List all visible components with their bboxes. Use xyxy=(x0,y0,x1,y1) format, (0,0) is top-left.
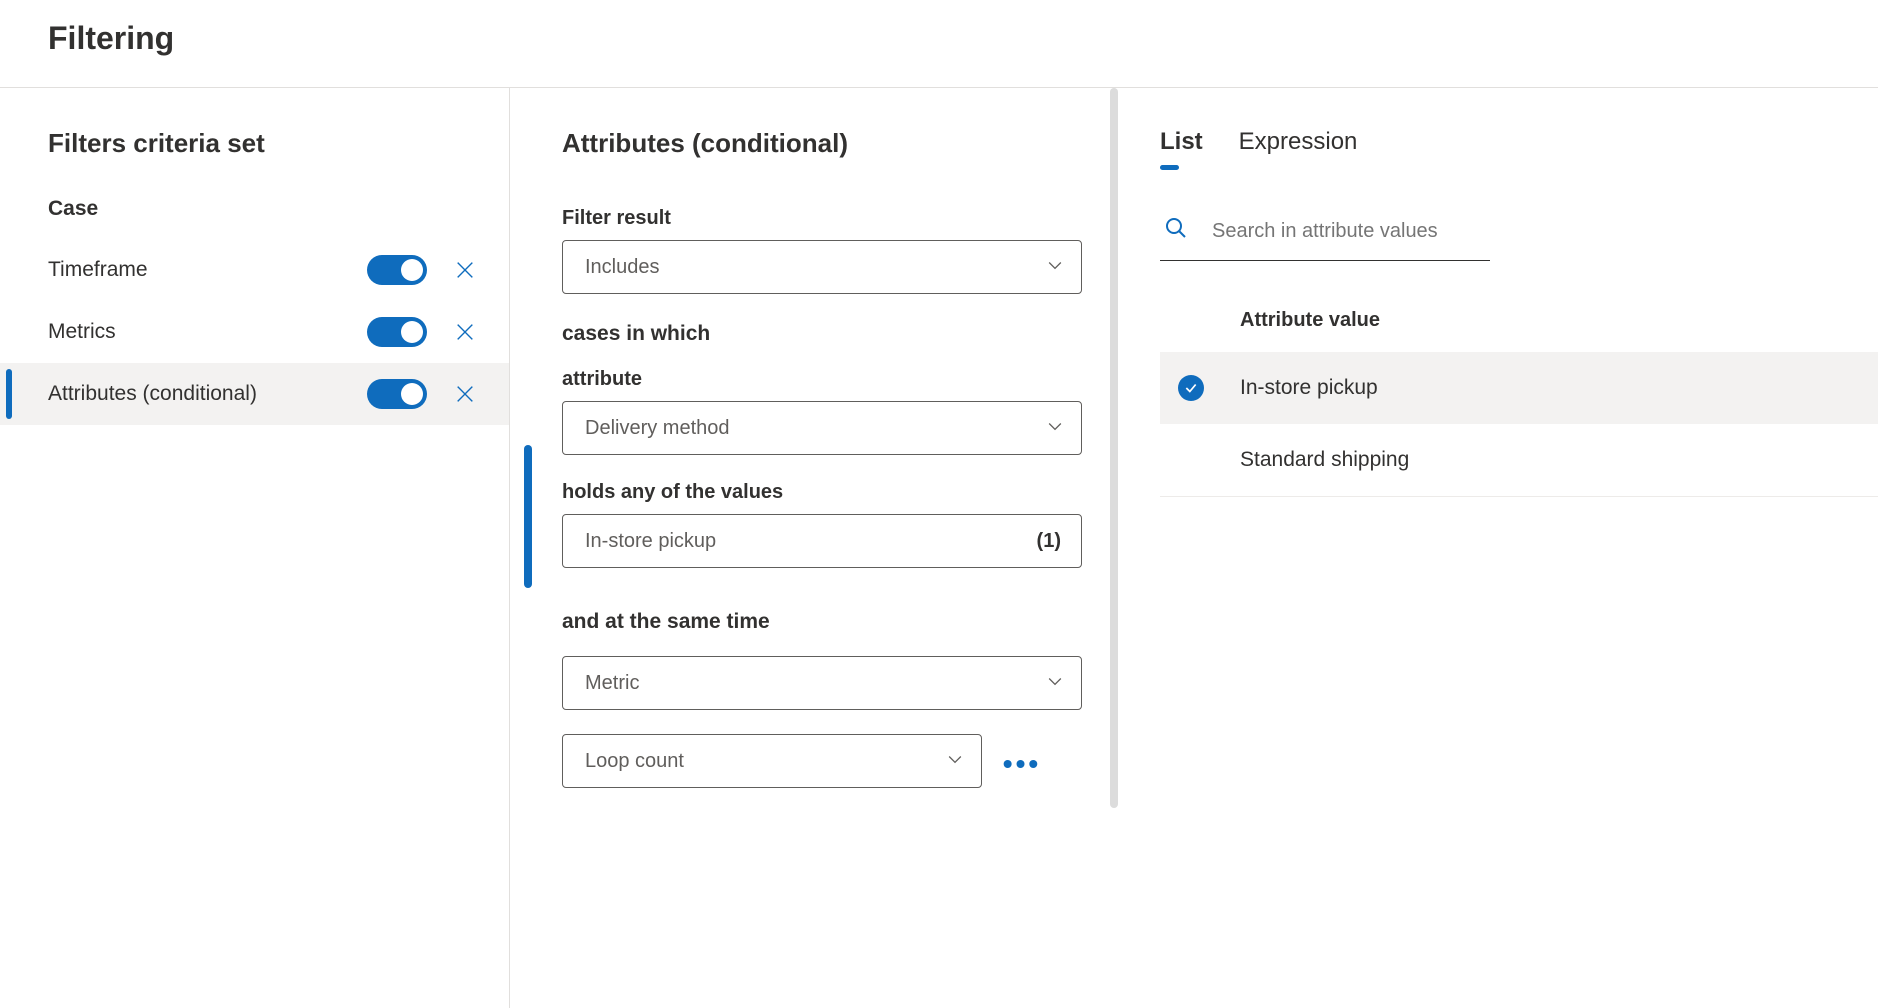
filters-group-case: Case xyxy=(48,197,509,221)
filter-label: Metrics xyxy=(48,320,343,344)
attribute-value-row[interactable]: In-store pickup xyxy=(1160,352,1878,424)
check-icon xyxy=(1184,381,1198,395)
attribute-value-row[interactable]: Standard shipping xyxy=(1160,424,1878,496)
tab-list[interactable]: List xyxy=(1160,128,1203,166)
filter-result-select[interactable]: Includes xyxy=(562,240,1082,294)
filter-label: Attributes (conditional) xyxy=(48,382,343,406)
close-icon xyxy=(454,383,476,405)
holds-label: holds any of the values xyxy=(562,481,1082,504)
search-field[interactable] xyxy=(1160,210,1490,261)
attribute-values-panel: List Expression Attribute value In-store… xyxy=(1110,88,1878,1008)
page-title: Filtering xyxy=(48,20,1830,57)
toggle-metrics[interactable] xyxy=(367,317,427,347)
attribute-list-divider xyxy=(1160,496,1878,497)
and-metric-select[interactable]: Metric xyxy=(562,656,1082,710)
selected-check[interactable] xyxy=(1178,375,1204,401)
close-icon xyxy=(454,321,476,343)
chevron-down-icon xyxy=(1045,671,1065,696)
filter-result-label: Filter result xyxy=(562,207,1082,230)
filter-detail-panel: Attributes (conditional) Filter result I… xyxy=(510,88,1110,1008)
detail-heading: Attributes (conditional) xyxy=(562,128,1082,159)
attribute-value-header: Attribute value xyxy=(1160,309,1878,332)
attribute-label: attribute xyxy=(562,368,1082,391)
search-icon xyxy=(1164,216,1188,246)
filter-result-value: Includes xyxy=(585,256,660,279)
holds-values-box[interactable]: In-store pickup (1) xyxy=(562,514,1082,568)
remove-metrics-button[interactable] xyxy=(451,318,479,346)
chevron-down-icon xyxy=(945,749,965,774)
metric-detail-select[interactable]: Loop count xyxy=(562,734,982,788)
holds-value-count: (1) xyxy=(1037,530,1061,553)
chevron-down-icon xyxy=(1045,416,1065,441)
toggle-timeframe[interactable] xyxy=(367,255,427,285)
filter-row-attributes-conditional[interactable]: Attributes (conditional) xyxy=(0,363,509,425)
filters-criteria-panel: Filters criteria set Case Timeframe Metr… xyxy=(0,88,510,1008)
remove-attributes-button[interactable] xyxy=(451,380,479,408)
attribute-value-text: Standard shipping xyxy=(1240,448,1409,472)
filter-label: Timeframe xyxy=(48,258,343,282)
close-icon xyxy=(454,259,476,281)
attribute-value-text: In-store pickup xyxy=(1240,376,1378,400)
toggle-attributes[interactable] xyxy=(367,379,427,409)
and-metric-value: Metric xyxy=(585,672,639,695)
attribute-value: Delivery method xyxy=(585,417,730,440)
chevron-down-icon xyxy=(1045,255,1065,280)
attribute-select[interactable]: Delivery method xyxy=(562,401,1082,455)
more-actions-button[interactable]: ••• xyxy=(1002,744,1042,784)
metric-detail-value: Loop count xyxy=(585,750,684,773)
filters-heading: Filters criteria set xyxy=(48,128,509,159)
search-input[interactable] xyxy=(1212,220,1486,243)
filter-row-timeframe[interactable]: Timeframe xyxy=(0,239,509,301)
tab-expression[interactable]: Expression xyxy=(1239,128,1358,166)
remove-timeframe-button[interactable] xyxy=(451,256,479,284)
and-same-time-label: and at the same time xyxy=(562,610,1082,634)
selected-check[interactable] xyxy=(1178,447,1204,473)
more-horizontal-icon: ••• xyxy=(1003,748,1041,780)
cases-in-which-label: cases in which xyxy=(562,322,1082,346)
filter-row-metrics[interactable]: Metrics xyxy=(0,301,509,363)
holds-value-text: In-store pickup xyxy=(585,530,716,553)
